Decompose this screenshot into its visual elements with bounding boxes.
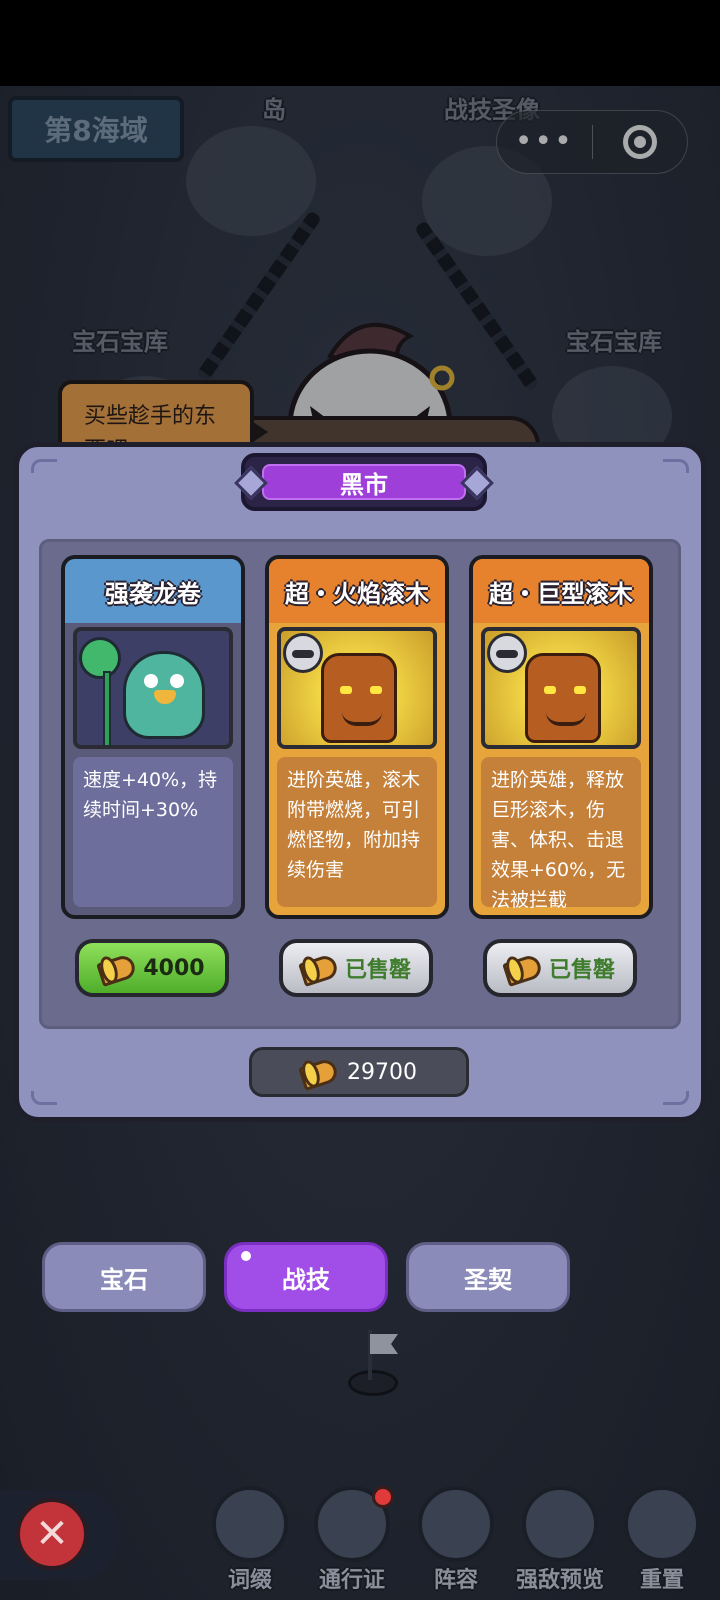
sold-out-label: 已售罄: [548, 958, 615, 983]
item-description: 进阶英雄，释放巨形滚木，伤害、体积、击退效果+60%，无法被拦截: [481, 757, 641, 911]
nav-label: 词缀: [227, 1568, 272, 1593]
item-name: 强袭龙卷: [65, 559, 241, 623]
shop-item-card[interactable]: 超・火焰滚木 进阶英雄，滚木附带燃烧，可引燃怪物，附加持续伤害: [265, 555, 449, 919]
hero-lock-badge-icon: [283, 633, 323, 673]
panel-title: 黑市: [262, 464, 466, 500]
horn-icon: [99, 956, 133, 980]
item-image: [481, 627, 641, 749]
item-image: [277, 627, 437, 749]
price-label: 4000: [143, 955, 205, 981]
nav-label: 阵容: [433, 1568, 478, 1593]
team-icon: [418, 1486, 494, 1562]
close-icon[interactable]: ✕: [16, 1498, 88, 1570]
fire-log-monster-icon: [321, 653, 397, 743]
nav-enemy-preview[interactable]: 强敌预览: [510, 1486, 610, 1600]
item-name: 超・火焰滚木: [269, 559, 445, 623]
shop-item-card[interactable]: 超・巨型滚木 进阶英雄，释放巨形滚木，伤害、体积、击退效果+60%，无法被拦截: [469, 555, 653, 919]
sold-out-button[interactable]: 已售罄: [483, 939, 637, 997]
item-image: [73, 627, 233, 749]
horn-icon: [505, 956, 539, 980]
hero-lock-badge-icon: [487, 633, 527, 673]
tab-skill[interactable]: 战技: [224, 1242, 388, 1312]
tab-gem[interactable]: 宝石: [42, 1242, 206, 1312]
reset-icon: [624, 1486, 700, 1562]
nav-label: 通行证: [318, 1568, 385, 1593]
nav-pass[interactable]: 通行证: [302, 1486, 402, 1600]
panel-corner-ornament: [663, 1091, 689, 1105]
sold-out-button[interactable]: 已售罄: [279, 939, 433, 997]
sold-out-label: 已售罄: [344, 958, 411, 983]
item-name: 超・巨型滚木: [473, 559, 649, 623]
panel-corner-ornament: [31, 459, 57, 473]
tornado-bird-icon: [123, 651, 205, 739]
gold-amount: 29700: [347, 1059, 417, 1085]
giant-log-monster-icon: [525, 653, 601, 743]
panel-title-bar: 黑市: [234, 453, 494, 511]
skill-badge-icon: [79, 637, 121, 679]
panel-corner-ornament: [663, 459, 689, 473]
horn-icon: [301, 1060, 335, 1084]
nav-label: 强敌预览: [515, 1568, 604, 1593]
status-bar: [0, 0, 720, 86]
staff-icon: [103, 671, 111, 745]
nav-label: 重置: [639, 1568, 684, 1593]
tab-covenant[interactable]: 圣契: [406, 1242, 570, 1312]
card-icon: [212, 1486, 288, 1562]
close-button-container: ✕: [0, 1490, 120, 1580]
panel-corner-ornament: [31, 1091, 57, 1105]
gold-balance: 29700: [249, 1047, 469, 1097]
black-market-panel: 黑市 强袭龙卷 速度+40%，持续时间+30% 超・火焰滚木 进阶英雄，滚木附带…: [14, 442, 706, 1122]
magnifier-icon: [522, 1486, 598, 1562]
map-flag-node[interactable]: [340, 1330, 400, 1400]
item-description: 速度+40%，持续时间+30%: [73, 757, 233, 907]
shop-item-card[interactable]: 强袭龙卷 速度+40%，持续时间+30%: [61, 555, 245, 919]
nav-affix[interactable]: 词缀: [200, 1486, 300, 1600]
buy-button[interactable]: 4000: [75, 939, 229, 997]
notification-badge: [372, 1486, 394, 1508]
nav-lineup[interactable]: 阵容: [406, 1486, 506, 1600]
horn-icon: [301, 956, 335, 980]
nav-reset[interactable]: 重置: [612, 1486, 712, 1600]
item-description: 进阶英雄，滚木附带燃烧，可引燃怪物，附加持续伤害: [277, 757, 437, 907]
